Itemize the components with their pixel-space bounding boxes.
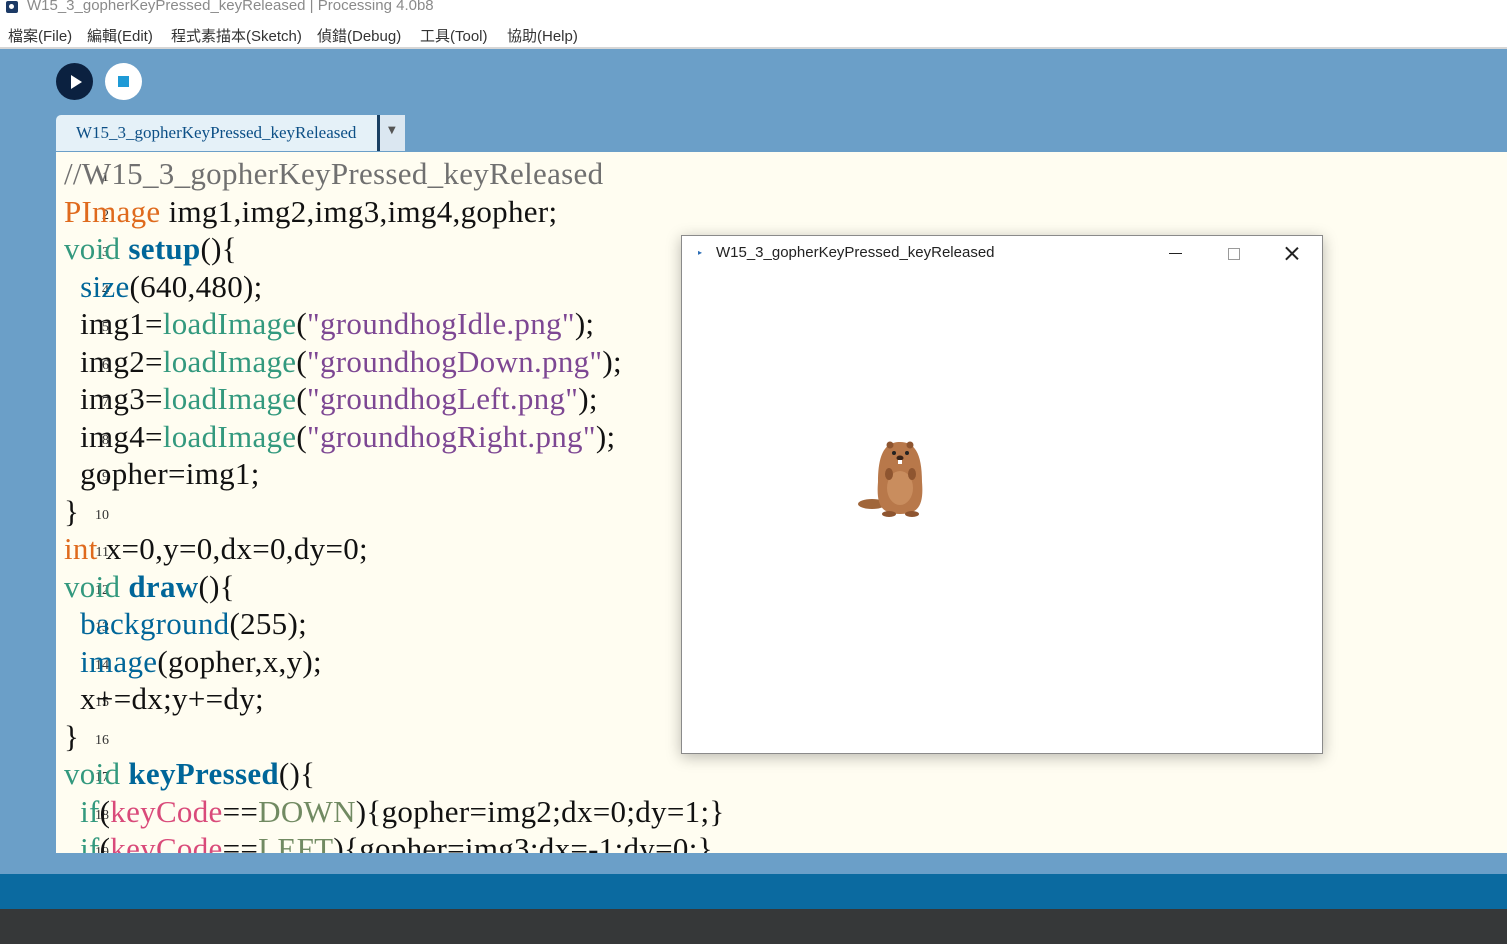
code-line: image(gopher,x,y);: [80, 643, 322, 679]
processing-icon: ▸: [698, 248, 703, 257]
code-line: }: [64, 718, 80, 754]
maximize-icon[interactable]: [1228, 248, 1240, 260]
menu-help[interactable]: 協助(Help): [507, 25, 578, 46]
close-icon[interactable]: [1282, 244, 1302, 264]
tab-sketch[interactable]: W15_3_gopherKeyPressed_keyReleased: [56, 115, 377, 151]
groundhog-sprite: [858, 441, 923, 517]
minimize-icon[interactable]: [1169, 253, 1182, 254]
groundhog-ear-left: [886, 441, 894, 449]
code-line: if(keyCode==DOWN){gopher=img2;dx=0;dy=1;…: [80, 793, 725, 829]
groundhog-eye-right: [905, 451, 909, 455]
code-line: size(640,480);: [80, 268, 263, 304]
code-line: img1=loadImage("groundhogIdle.png");: [80, 306, 595, 341]
window-title: W15_3_gopherKeyPressed_keyReleased | Pro…: [27, 0, 434, 14]
tab-menu-button[interactable]: ▼: [380, 115, 405, 151]
groundhog-teeth: [898, 460, 902, 464]
processing-icon: [6, 1, 18, 13]
groundhog-foot-right: [905, 511, 919, 517]
code-line: //W15_3_gopherKeyPressed_keyReleased: [64, 156, 604, 191]
menu-bar: 檔案(File) 編輯(Edit) 程式素描本(Sketch) 偵錯(Debug…: [0, 20, 1507, 49]
code-line: if(keyCode==LEFT){gopher=img3;dx=-1;dy=0…: [80, 831, 713, 853]
code-line: gopher=img1;: [80, 456, 260, 491]
code-line: void keyPressed(){: [64, 756, 316, 791]
groundhog-paw-left: [885, 468, 893, 480]
menu-edit[interactable]: 編輯(Edit): [87, 25, 153, 46]
console-area: [0, 909, 1507, 944]
groundhog-paw-right: [908, 468, 916, 480]
code-line: img2=loadImage("groundhogDown.png");: [80, 343, 622, 379]
run-button[interactable]: [56, 63, 93, 100]
title-bar: W15_3_gopherKeyPressed_keyReleased | Pro…: [0, 0, 1507, 17]
code-line: PImage img1,img2,img3,img4,gopher;: [64, 193, 558, 229]
menu-tool[interactable]: 工具(Tool): [420, 25, 488, 46]
code-line: void draw(){: [64, 568, 235, 604]
menu-sketch[interactable]: 程式素描本(Sketch): [171, 25, 302, 46]
status-bar: [0, 874, 1507, 909]
groundhog-eye-left: [892, 451, 896, 455]
groundhog-foot-left: [882, 511, 896, 517]
stop-button[interactable]: [105, 63, 142, 100]
code-line: }: [64, 493, 80, 529]
code-line: img4=loadImage("groundhogRight.png");: [80, 418, 616, 454]
code-line: int x=0,y=0,dx=0,dy=0;: [64, 531, 368, 566]
groundhog-nose: [896, 455, 904, 461]
code-line: img3=loadImage("groundhogLeft.png");: [80, 381, 598, 416]
console-divider[interactable]: [0, 853, 1507, 874]
groundhog-ear-right: [906, 441, 914, 449]
sketch-window[interactable]: ▸ W15_3_gopherKeyPressed_keyReleased: [681, 235, 1323, 754]
menu-debug[interactable]: 偵錯(Debug): [317, 25, 401, 46]
code-line: x+=dx;y+=dy;: [80, 681, 264, 716]
menu-file[interactable]: 檔案(File): [8, 25, 72, 46]
sketch-window-title: W15_3_gopherKeyPressed_keyReleased: [716, 244, 995, 261]
code-line: void setup(){: [64, 231, 237, 266]
chevron-down-icon: ▼: [388, 125, 396, 136]
tab-label: W15_3_gopherKeyPressed_keyReleased: [76, 123, 357, 142]
code-line: background(255);: [80, 606, 308, 641]
